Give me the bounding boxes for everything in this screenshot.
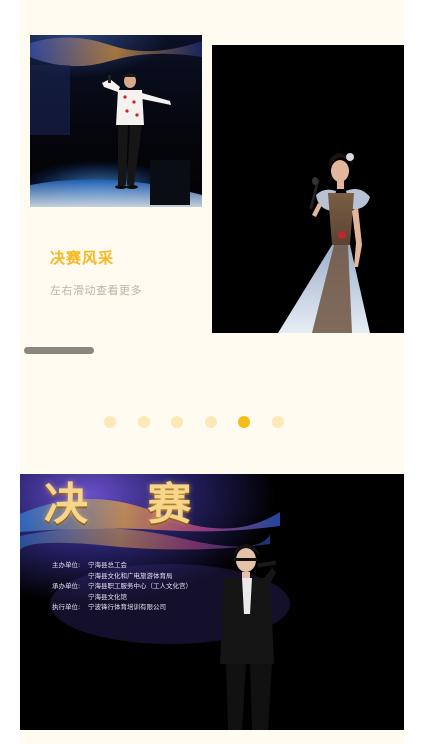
male-singer-photo[interactable]: [30, 35, 202, 207]
swipe-hint: 左右滑动查看更多: [50, 284, 142, 297]
organizer-row: 宁海县文化馆: [52, 592, 192, 603]
horizontal-scrollbar[interactable]: [24, 347, 94, 354]
poster-heading: 决 赛: [44, 479, 214, 530]
pagination-dot[interactable]: [171, 416, 183, 428]
pagination-dot[interactable]: [137, 416, 150, 428]
organizer-row: 执行单位: 宁波锋行体育培训有限公司: [52, 602, 192, 613]
poster-organizers: 主办单位: 宁海县总工会 宁海县文化和广电旅游体育局 承办单位: 宁海县职工服务中心…: [52, 560, 192, 613]
organizer-name: 宁波锋行体育培训有限公司: [88, 603, 166, 611]
organizer-row: 承办单位: 宁海县职工服务中心（工人文化宫）: [52, 581, 192, 592]
organizer-name: 宁海县文化馆: [88, 592, 127, 601]
female-singer-photo[interactable]: [212, 45, 404, 333]
caption-title: 决赛风采: [50, 249, 115, 267]
pagination-dot[interactable]: [104, 416, 116, 428]
finals-poster-photo[interactable]: 决 赛 主办单位: 宁海县总工会 宁海县文化和广电旅游体育局 承办单位: 宁海县职工…: [20, 474, 404, 730]
organizer-name: 宁海县总工会: [88, 561, 127, 569]
pagination-dot[interactable]: [204, 416, 217, 428]
pagination-dot[interactable]: [271, 416, 284, 428]
male-singer-illustration: [30, 37, 202, 207]
pagination-dot[interactable]: [238, 416, 250, 428]
organizer-role: 主办单位:: [52, 561, 81, 569]
organizer-name: 宁海县文化和广电旅游体育局: [88, 571, 173, 580]
next-card-edge: [20, 730, 404, 744]
gallery-card: 决赛风采 左右滑动查看更多: [20, 0, 404, 474]
organizer-role: 承办单位:: [52, 582, 81, 590]
organizer-role: 执行单位:: [52, 603, 81, 611]
organizer-row: 主办单位: 宁海县总工会: [52, 560, 192, 571]
organizer-row: 宁海县文化和广电旅游体育局: [52, 571, 192, 582]
female-singer-illustration: [278, 153, 370, 333]
organizer-name: 宁海县职工服务中心（工人文化宫）: [88, 582, 192, 590]
